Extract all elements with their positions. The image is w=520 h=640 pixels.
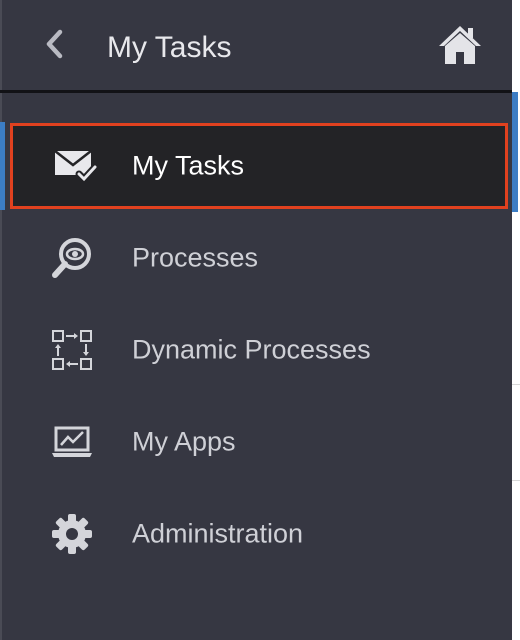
nav-label: Dynamic Processes <box>132 334 371 365</box>
nav-item-administration[interactable]: Administration <box>0 490 512 578</box>
nav-label: My Apps <box>132 426 236 457</box>
menu-header: My Tasks <box>0 0 512 90</box>
nav-item-my-apps[interactable]: My Apps <box>0 398 512 486</box>
process-flow-icon <box>48 326 96 374</box>
envelope-check-icon <box>51 142 99 190</box>
back-button[interactable] <box>40 29 70 64</box>
nav-item-dynamic-processes[interactable]: Dynamic Processes <box>0 306 512 394</box>
nav-item-processes[interactable]: Processes <box>0 214 512 302</box>
active-indicator <box>0 122 5 210</box>
header-divider <box>0 90 512 93</box>
home-icon <box>437 24 483 71</box>
magnifier-eye-icon <box>48 234 96 282</box>
chevron-left-icon <box>44 29 66 64</box>
page-title: My Tasks <box>107 31 232 64</box>
gear-icon <box>48 510 96 558</box>
navigation-menu: My Tasks My Tasks Processes Dynamic Proc… <box>0 0 512 640</box>
background-divider <box>512 384 520 385</box>
background-accent <box>512 92 518 212</box>
laptop-chart-icon <box>48 418 96 466</box>
nav-label: Processes <box>132 242 259 273</box>
home-button[interactable] <box>436 24 484 70</box>
app-frame: My Tasks My Tasks Processes Dynamic Proc… <box>0 0 520 640</box>
nav-label: My Tasks <box>132 150 245 181</box>
background-divider <box>512 480 520 481</box>
nav-label: Administration <box>132 518 304 549</box>
nav-item-my-tasks[interactable]: My Tasks <box>10 123 508 209</box>
